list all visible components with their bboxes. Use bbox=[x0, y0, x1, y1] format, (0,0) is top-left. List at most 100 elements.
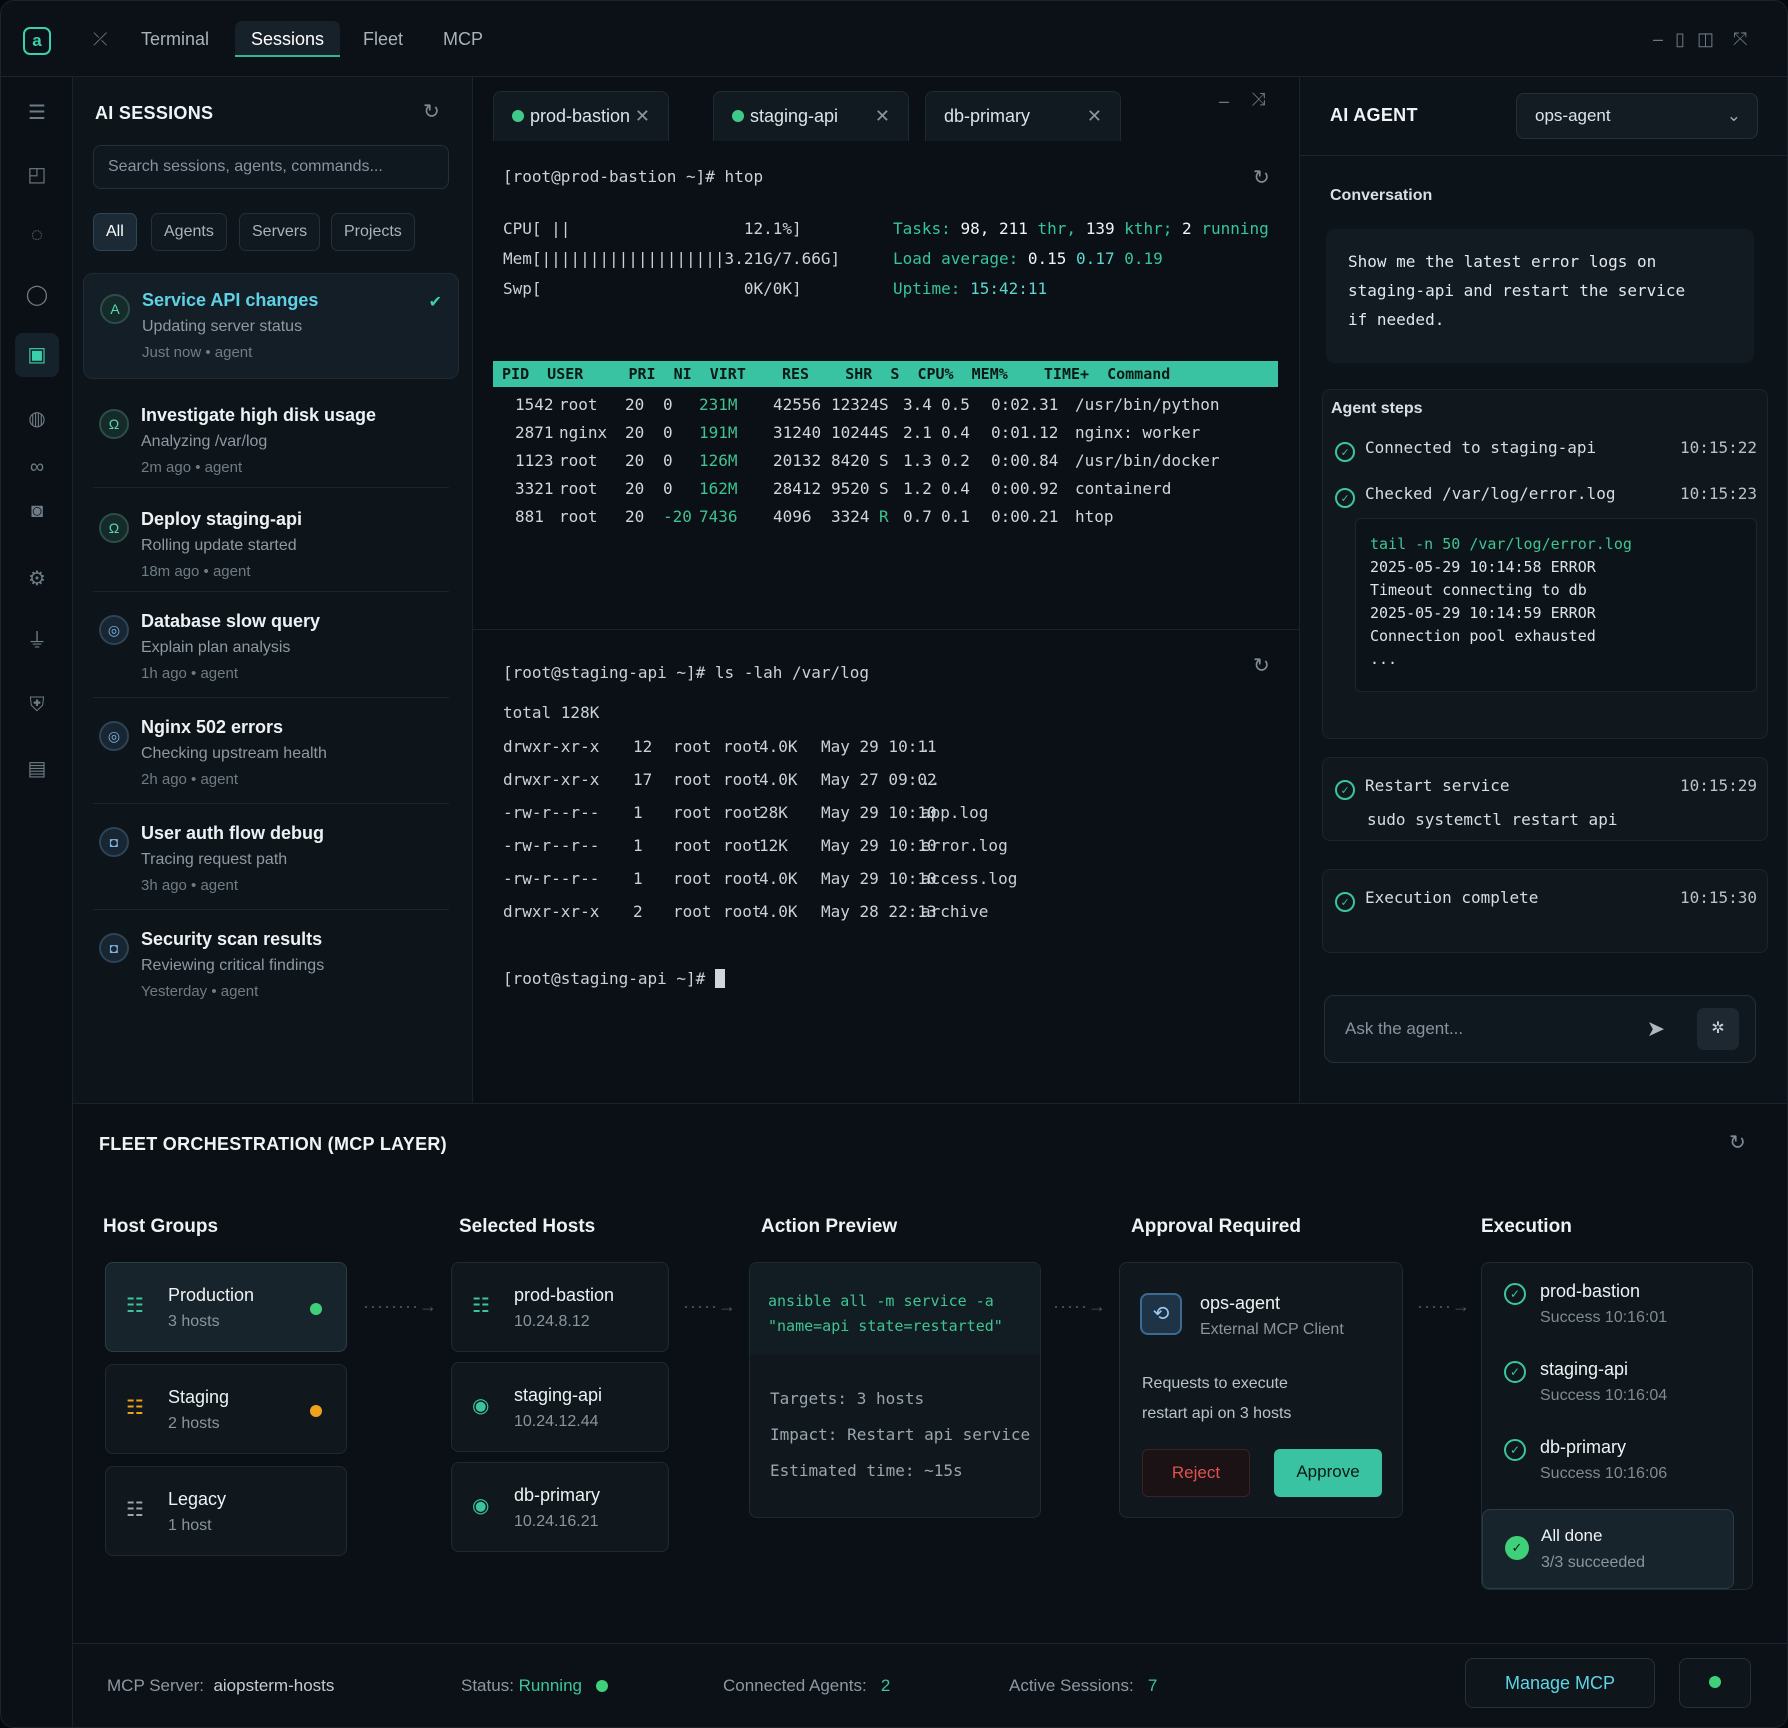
collapse-icon[interactable]: ⤫ bbox=[93, 29, 107, 50]
process-cell: S bbox=[879, 479, 889, 498]
ls-cell: root bbox=[673, 803, 712, 822]
status-dot bbox=[310, 1405, 322, 1417]
process-table-header: PID USER PRI NI VIRT RES SHR S CPU% MEM%… bbox=[493, 361, 1278, 387]
minimize-icon[interactable]: – bbox=[1219, 91, 1229, 112]
session-title: Nginx 502 errors bbox=[141, 717, 284, 737]
process-cell: 0.4 bbox=[941, 479, 970, 498]
filter-projects[interactable]: Projects bbox=[331, 213, 415, 251]
search-icon[interactable]: ◌ bbox=[23, 221, 51, 249]
minimize-icon[interactable]: – bbox=[1653, 29, 1663, 50]
ls-cell: root bbox=[723, 902, 762, 921]
process-cell: root bbox=[559, 479, 598, 498]
layers-icon[interactable]: ◰ bbox=[23, 161, 51, 189]
send-icon[interactable]: ➤ bbox=[1647, 1016, 1665, 1042]
host-name: prod-bastion bbox=[514, 1285, 615, 1305]
flow-arrow-icon: ·····→ bbox=[1053, 1296, 1107, 1316]
session-subtitle: Reviewing critical findings bbox=[141, 957, 325, 974]
pin-icon[interactable]: ✔ bbox=[429, 292, 442, 312]
globe-icon[interactable]: ◍ bbox=[23, 405, 51, 433]
host-group-staging[interactable]: ☷ Staging 2 hosts bbox=[105, 1364, 347, 1454]
session-item[interactable]: ◎ Database slow query Explain plan analy… bbox=[83, 595, 459, 701]
ask-agent-input[interactable]: Ask the agent... ➤ ✲ bbox=[1324, 995, 1756, 1063]
process-cell: S bbox=[879, 395, 889, 414]
close-icon[interactable]: ✕ bbox=[1087, 92, 1102, 140]
selected-host[interactable]: ◉ staging-api 10.24.12.44 bbox=[451, 1362, 669, 1452]
host-ip: 10.24.12.44 bbox=[514, 1413, 599, 1430]
filter-agents[interactable]: Agents bbox=[151, 213, 227, 251]
reject-button[interactable]: Reject bbox=[1142, 1449, 1250, 1497]
connection-indicator[interactable] bbox=[1679, 1658, 1751, 1708]
glasses-icon[interactable]: ∞ bbox=[23, 453, 51, 481]
host-ip: 10.24.16.21 bbox=[514, 1513, 599, 1530]
message-line: Show me the latest error logs on bbox=[1348, 252, 1657, 271]
selected-host[interactable]: ◉ db-primary 10.24.16.21 bbox=[451, 1462, 669, 1552]
group-name: Staging bbox=[168, 1387, 230, 1407]
tab-mcp[interactable]: MCP bbox=[427, 21, 499, 57]
shield-icon[interactable]: ⛨ bbox=[23, 691, 51, 719]
ls-cell: 4.0K bbox=[759, 737, 798, 756]
selected-host[interactable]: ☷ prod-bastion 10.24.8.12 bbox=[451, 1262, 669, 1352]
tab-terminal[interactable]: Terminal bbox=[125, 21, 225, 57]
steps-label: Agent steps bbox=[1331, 400, 1423, 417]
refresh-icon[interactable]: ↻ bbox=[1253, 653, 1270, 678]
agent-select[interactable]: ops-agent ⌄ bbox=[1516, 93, 1758, 139]
tab-fleet[interactable]: Fleet bbox=[347, 21, 419, 57]
session-item[interactable]: ◘ Security scan results Reviewing critic… bbox=[83, 913, 459, 1019]
pane-divider[interactable] bbox=[473, 629, 1299, 630]
terminal-tab[interactable]: staging-api ✕ bbox=[713, 91, 909, 141]
session-item[interactable]: Ω Deploy staging-api Rolling update star… bbox=[83, 493, 459, 599]
ls-prompt: [root@staging-api ~]# ls -lah /var/log bbox=[503, 663, 870, 682]
complete-step-card: ✓ Execution complete 10:15:30 bbox=[1322, 869, 1768, 953]
ls-prompt2[interactable]: [root@staging-api ~]# bbox=[503, 969, 725, 988]
settings-icon[interactable]: ⚙ bbox=[23, 565, 51, 593]
manage-mcp-button[interactable]: Manage MCP bbox=[1465, 1658, 1655, 1708]
agent-icon[interactable]: ◙ bbox=[23, 497, 51, 525]
chat-icon[interactable]: ◯ bbox=[23, 281, 51, 309]
terminal-tab[interactable]: db-primary ✕ bbox=[925, 91, 1121, 141]
ls-row: drwxr-xr-x 17 root root 4.0K May 27 09:02.. bbox=[503, 770, 1263, 792]
process-cell: htop bbox=[1075, 507, 1114, 526]
ls-cell: root bbox=[723, 836, 762, 855]
process-cell: 0 bbox=[663, 395, 673, 414]
process-cell: 9520 bbox=[831, 479, 870, 498]
session-item[interactable]: ◎ Nginx 502 errors Checking upstream hea… bbox=[83, 701, 459, 807]
filter-servers[interactable]: Servers bbox=[239, 213, 321, 251]
split-icon[interactable]: ◫ bbox=[1697, 29, 1714, 50]
tab-sessions[interactable]: Sessions bbox=[235, 21, 341, 57]
expand-icon[interactable]: ⤨ bbox=[1251, 89, 1265, 110]
fullscreen-icon[interactable]: ⤧ bbox=[1733, 29, 1747, 50]
process-cell: 231M bbox=[699, 395, 738, 414]
restart-step-card: ✓ Restart service 10:15:29 sudo systemctl… bbox=[1322, 757, 1768, 841]
process-cell: 0:02.31 bbox=[991, 395, 1059, 414]
session-item[interactable]: Ω Investigate high disk usage Analyzing … bbox=[83, 389, 459, 495]
refresh-icon[interactable]: ↻ bbox=[1253, 165, 1270, 190]
ls-cell: May 29 10:10 bbox=[821, 869, 937, 888]
process-cell: 0:01.12 bbox=[991, 423, 1059, 442]
sessions-icon[interactable]: ▣ bbox=[15, 333, 59, 377]
restore-icon[interactable]: ▯ bbox=[1675, 29, 1685, 50]
server-icon: ☷ bbox=[126, 1499, 144, 1521]
process-cell: root bbox=[559, 395, 598, 414]
terminal-tab[interactable]: prod-bastion ✕ bbox=[493, 91, 669, 141]
logs-icon[interactable]: ▤ bbox=[23, 755, 51, 783]
session-item[interactable]: A Service API changes Updating server st… bbox=[83, 273, 459, 379]
ls-cell: drwxr-xr-x bbox=[503, 737, 600, 756]
search-input[interactable]: Search sessions, agents, commands... bbox=[93, 145, 449, 189]
session-item[interactable]: ◘ User auth flow debug Tracing request p… bbox=[83, 807, 459, 913]
close-icon[interactable]: ✕ bbox=[875, 92, 890, 140]
options-icon[interactable]: ✲ bbox=[1697, 1008, 1739, 1050]
host-group-legacy[interactable]: ☷ Legacy 1 host bbox=[105, 1466, 347, 1556]
host-group-production[interactable]: ☷ Production 3 hosts bbox=[105, 1262, 347, 1352]
servers-icon[interactable]: ☰ bbox=[23, 99, 51, 127]
ls-cell: May 28 22:13 bbox=[821, 902, 937, 921]
process-cell: 0 bbox=[663, 423, 673, 442]
approve-button[interactable]: Approve bbox=[1274, 1449, 1382, 1497]
close-icon[interactable]: ✕ bbox=[635, 92, 650, 140]
process-cell: 7436 bbox=[699, 507, 738, 526]
filter-all[interactable]: All bbox=[93, 213, 137, 251]
status-dot bbox=[1709, 1676, 1721, 1688]
plug-icon[interactable]: ⏚ bbox=[23, 627, 51, 655]
ask-placeholder: Ask the agent... bbox=[1345, 1019, 1464, 1038]
refresh-icon[interactable]: ↻ bbox=[1729, 1130, 1746, 1155]
refresh-icon[interactable]: ↻ bbox=[423, 99, 440, 124]
